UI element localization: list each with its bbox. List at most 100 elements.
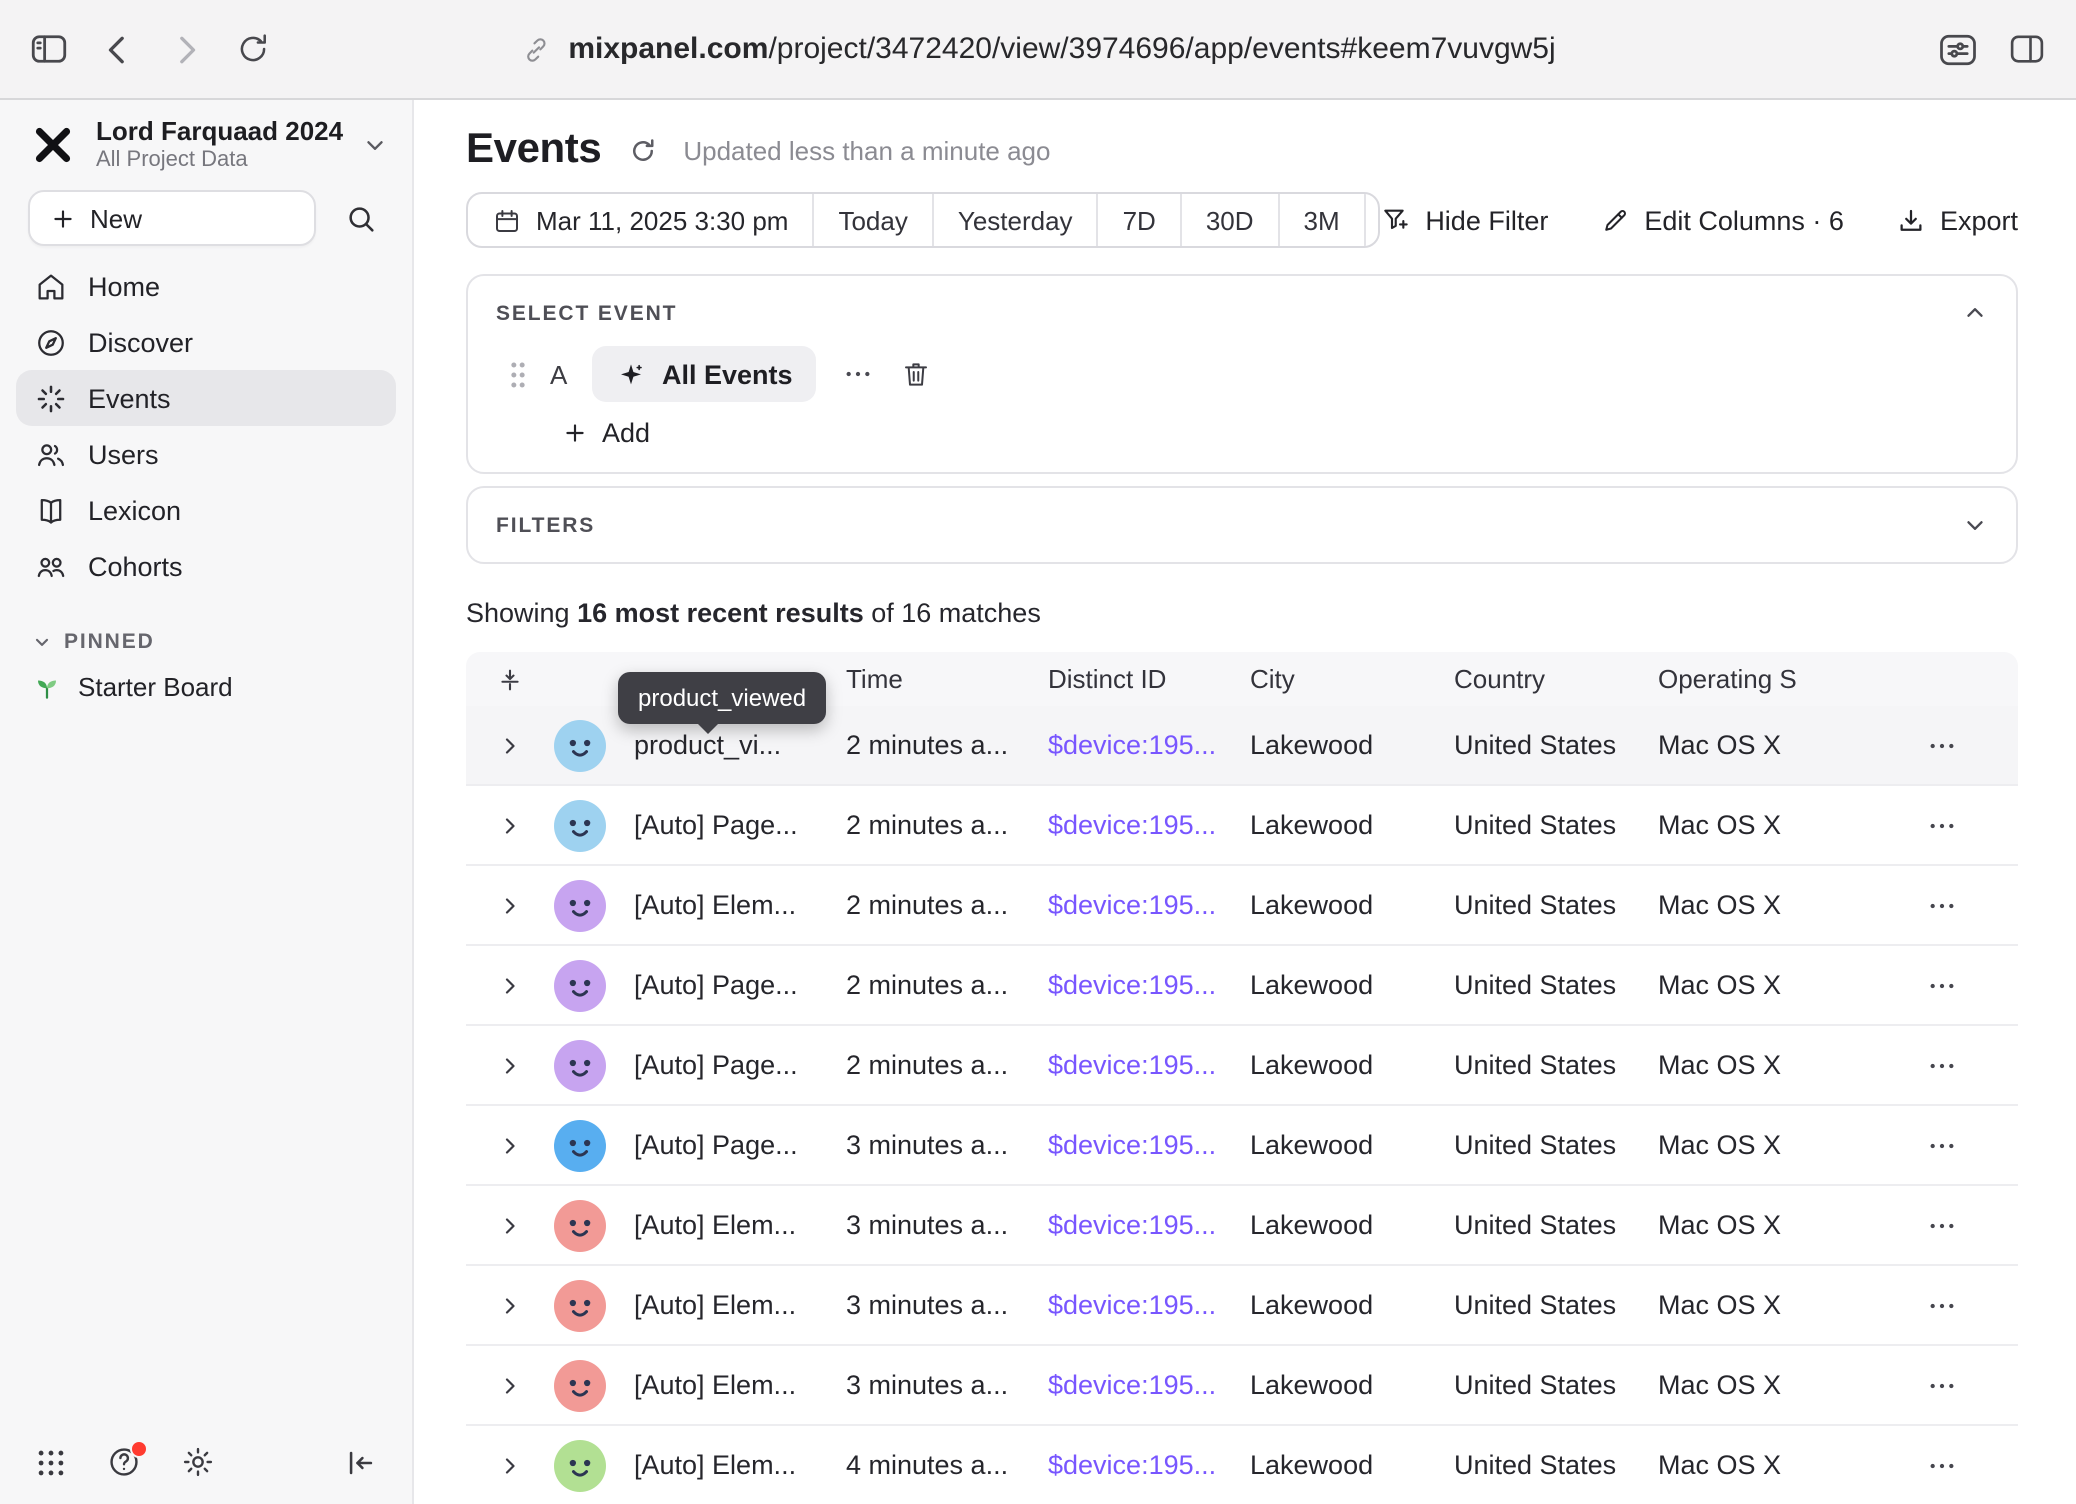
- expand-row-icon[interactable]: [466, 1213, 554, 1237]
- split-view-icon[interactable]: [2006, 28, 2048, 70]
- chevron-up-icon[interactable]: [1962, 300, 1988, 326]
- hide-filter-button[interactable]: Hide Filter: [1379, 204, 1548, 236]
- row-more-icon[interactable]: [1866, 969, 2018, 1001]
- sidebar-item-cohorts[interactable]: Cohorts: [16, 538, 396, 594]
- row-more-icon[interactable]: [1866, 1209, 2018, 1241]
- distinct-id-link[interactable]: $device:195...: [1048, 1210, 1216, 1240]
- expand-row-icon[interactable]: [466, 893, 554, 917]
- column-header-distinct-id[interactable]: Distinct ID: [1048, 664, 1250, 694]
- sidebar-item-label: Users: [88, 439, 159, 469]
- sidebar-item-users[interactable]: Users: [16, 426, 396, 482]
- table-row[interactable]: [Auto] Elem... 3 minutes a... $device:19…: [466, 1266, 2018, 1346]
- range-6m[interactable]: 6M: [1364, 194, 1380, 246]
- table-row[interactable]: [Auto] Elem... 3 minutes a... $device:19…: [466, 1346, 2018, 1426]
- page-settings-icon[interactable]: [1936, 27, 1980, 71]
- address-bar[interactable]: mixpanel.com/project/3472420/view/397469…: [520, 0, 1555, 100]
- collapse-sidebar-icon[interactable]: [344, 1445, 378, 1479]
- event-time: 4 minutes a...: [846, 1450, 1048, 1480]
- event-more-icon[interactable]: [839, 358, 879, 390]
- expand-row-icon[interactable]: [466, 973, 554, 997]
- row-more-icon[interactable]: [1866, 809, 2018, 841]
- add-event-button[interactable]: Add: [468, 418, 678, 472]
- event-city: Lakewood: [1250, 1050, 1454, 1080]
- expand-row-icon[interactable]: [466, 813, 554, 837]
- range-30d[interactable]: 30D: [1180, 194, 1278, 246]
- apps-grid-icon[interactable]: [34, 1445, 68, 1479]
- distinct-id-link[interactable]: $device:195...: [1048, 810, 1216, 840]
- new-button[interactable]: New: [28, 190, 316, 246]
- distinct-id-link[interactable]: $device:195...: [1048, 730, 1216, 760]
- expand-row-icon[interactable]: [466, 1293, 554, 1317]
- table-row[interactable]: [Auto] Page... 2 minutes a... $device:19…: [466, 786, 2018, 866]
- filters-header[interactable]: FILTERS: [468, 488, 2016, 562]
- table-row[interactable]: [Auto] Elem... 3 minutes a... $device:19…: [466, 1186, 2018, 1266]
- gear-icon[interactable]: [180, 1444, 216, 1480]
- sidebar-item-discover[interactable]: Discover: [16, 314, 396, 370]
- sidebar-item-events[interactable]: Events: [16, 370, 396, 426]
- notification-dot: [130, 1440, 148, 1458]
- row-more-icon[interactable]: [1866, 1049, 2018, 1081]
- distinct-id-link[interactable]: $device:195...: [1048, 1450, 1216, 1480]
- table-row[interactable]: [Auto] Elem... 4 minutes a... $device:19…: [466, 1426, 2018, 1504]
- pinned-section-header[interactable]: PINNED: [32, 630, 380, 654]
- plus-icon: [562, 420, 588, 446]
- sidebar-item-label: Cohorts: [88, 551, 183, 581]
- expand-row-icon[interactable]: [466, 1053, 554, 1077]
- row-more-icon[interactable]: [1866, 1129, 2018, 1161]
- date-picker-button[interactable]: Mar 11, 2025 3:30 pm: [468, 194, 812, 246]
- browser-sidebar-toggle-icon[interactable]: [28, 28, 70, 70]
- row-more-icon[interactable]: [1866, 1289, 2018, 1321]
- edit-columns-button[interactable]: Edit Columns · 6: [1600, 205, 1844, 235]
- all-events-chip[interactable]: All Events: [592, 346, 817, 402]
- sparkle-icon: [616, 359, 646, 389]
- search-icon[interactable]: [332, 190, 388, 246]
- event-name: [Auto] Page...: [618, 970, 846, 1000]
- sidebar-item-starter-board[interactable]: Starter Board: [32, 672, 380, 702]
- distinct-id-link[interactable]: $device:195...: [1048, 1290, 1216, 1320]
- distinct-id-link[interactable]: $device:195...: [1048, 1050, 1216, 1080]
- book-icon: [34, 493, 68, 527]
- forward-icon[interactable]: [166, 29, 206, 69]
- date-range-control: Mar 11, 2025 3:30 pm Today Yesterday 7D …: [466, 192, 1379, 248]
- event-avatar: [554, 799, 606, 851]
- table-row[interactable]: [Auto] Page... 2 minutes a... $device:19…: [466, 946, 2018, 1026]
- workspace-switcher[interactable]: Lord Farquaad 2024 All Project Data: [0, 100, 412, 174]
- sidebar-item-lexicon[interactable]: Lexicon: [16, 482, 396, 538]
- row-more-icon[interactable]: [1866, 1369, 2018, 1401]
- collapse-rows-icon[interactable]: [466, 665, 554, 693]
- expand-row-icon[interactable]: [466, 1453, 554, 1477]
- distinct-id-link[interactable]: $device:195...: [1048, 970, 1216, 1000]
- chevron-down-icon[interactable]: [1962, 512, 1988, 538]
- row-more-icon[interactable]: [1866, 889, 2018, 921]
- row-more-icon[interactable]: [1866, 729, 2018, 761]
- sidebar-item-home[interactable]: Home: [16, 258, 396, 314]
- distinct-id-link[interactable]: $device:195...: [1048, 1130, 1216, 1160]
- back-icon[interactable]: [98, 29, 138, 69]
- range-3m[interactable]: 3M: [1278, 194, 1364, 246]
- range-7d[interactable]: 7D: [1097, 194, 1180, 246]
- range-today[interactable]: Today: [812, 194, 931, 246]
- expand-row-icon[interactable]: [466, 733, 554, 757]
- select-event-header[interactable]: SELECT EVENT: [468, 276, 2016, 346]
- table-row[interactable]: [Auto] Page... 2 minutes a... $device:19…: [466, 1026, 2018, 1106]
- sidebar: Lord Farquaad 2024 All Project Data New: [0, 100, 414, 1504]
- expand-row-icon[interactable]: [466, 1133, 554, 1157]
- row-more-icon[interactable]: [1866, 1449, 2018, 1481]
- column-header-time[interactable]: Time: [846, 664, 1048, 694]
- help-icon[interactable]: [106, 1444, 142, 1480]
- distinct-id-link[interactable]: $device:195...: [1048, 1370, 1216, 1400]
- table-row[interactable]: [Auto] Elem... 2 minutes a... $device:19…: [466, 866, 2018, 946]
- drag-handle-icon[interactable]: [508, 359, 528, 389]
- reload-icon[interactable]: [234, 30, 272, 68]
- expand-row-icon[interactable]: [466, 1373, 554, 1397]
- table-row[interactable]: [Auto] Page... 3 minutes a... $device:19…: [466, 1106, 2018, 1186]
- export-button[interactable]: Export: [1896, 205, 2018, 235]
- event-city: Lakewood: [1250, 810, 1454, 840]
- trash-icon[interactable]: [901, 358, 933, 390]
- column-header-os[interactable]: Operating S: [1658, 664, 1866, 694]
- range-yesterday[interactable]: Yesterday: [932, 194, 1097, 246]
- refresh-icon[interactable]: [627, 135, 657, 165]
- distinct-id-link[interactable]: $device:195...: [1048, 890, 1216, 920]
- column-header-city[interactable]: City: [1250, 664, 1454, 694]
- column-header-country[interactable]: Country: [1454, 664, 1658, 694]
